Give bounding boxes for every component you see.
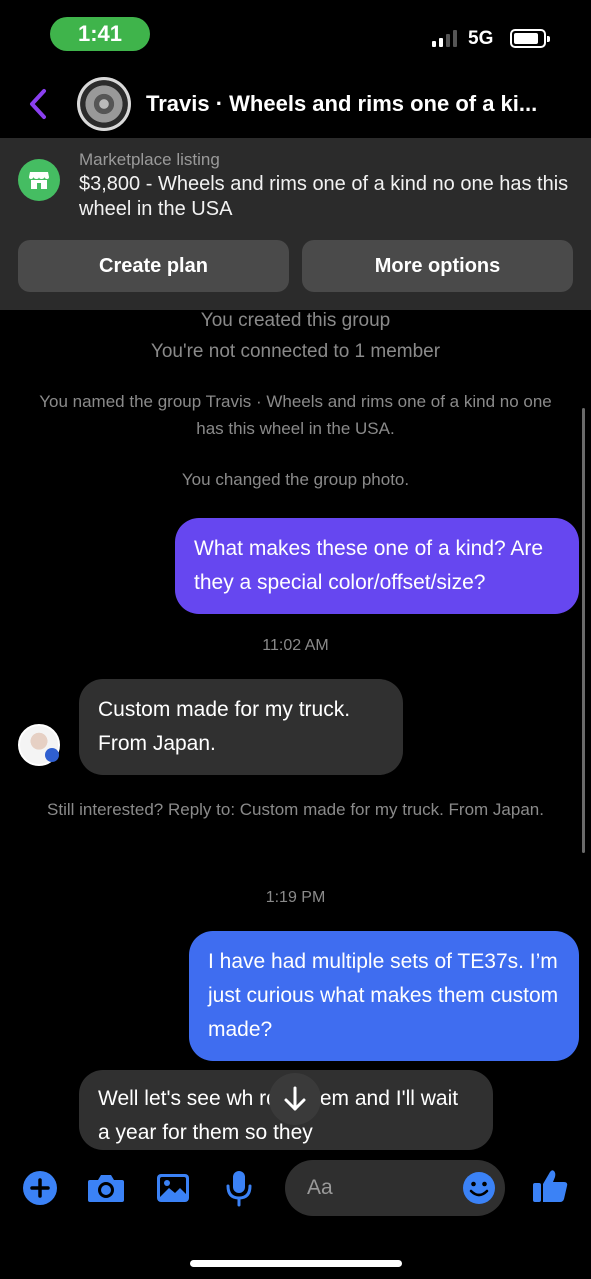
camera-icon[interactable] (86, 1168, 126, 1208)
chat-title[interactable]: Travis · Wheels and rims one of a ki... (146, 91, 566, 117)
system-message-not-connected: You're not connected to 1 member (150, 341, 441, 362)
more-options-button[interactable]: More options (302, 240, 573, 292)
system-message-created: You created this group (200, 310, 391, 331)
back-chevron-icon[interactable] (24, 86, 54, 122)
battery-icon (510, 29, 550, 48)
scroll-to-bottom-button[interactable] (269, 1073, 321, 1125)
listing-title[interactable]: $3,800 - Wheels and rims one of a kind n… (79, 172, 569, 222)
system-message-named-group: You named the group Travis · Wheels and … (39, 392, 552, 438)
plus-icon[interactable] (20, 1168, 60, 1208)
status-bar: 1:41 5G (0, 0, 591, 70)
emoji-icon[interactable] (462, 1171, 496, 1205)
group-avatar[interactable] (77, 77, 131, 131)
message-input-container[interactable] (285, 1160, 505, 1216)
status-time: 1:41 (50, 17, 150, 51)
signal-bars-icon (432, 29, 457, 47)
sender-avatar[interactable] (18, 724, 60, 766)
message-incoming[interactable]: Custom made for my truck. From Japan. (79, 679, 403, 775)
message-input[interactable] (307, 1174, 457, 1202)
message-outgoing[interactable]: What makes these one of a kind? Are they… (175, 518, 579, 614)
system-message-still-interested: Still interested? Reply to: Custom made … (47, 800, 544, 819)
badge-icon (45, 748, 59, 762)
arrow-down-icon (284, 1086, 306, 1111)
photo-gallery-icon[interactable] (153, 1168, 193, 1208)
create-plan-button[interactable]: Create plan (18, 240, 289, 292)
marketplace-store-icon (18, 159, 60, 201)
microphone-icon[interactable] (219, 1168, 259, 1208)
listing-kicker: Marketplace listing (79, 150, 220, 169)
marketplace-listing-panel: Marketplace listing $3,800 - Wheels and … (0, 138, 591, 310)
chat-header: Travis · Wheels and rims one of a ki... (0, 70, 591, 138)
home-indicator[interactable] (190, 1260, 402, 1267)
message-timestamp: 1:19 PM (265, 889, 326, 906)
system-message-changed-photo: You changed the group photo. (181, 470, 410, 489)
message-outgoing[interactable]: I have had multiple sets of TE37s. I’m j… (189, 931, 579, 1061)
thumbs-up-icon[interactable] (530, 1166, 570, 1206)
network-type: 5G (468, 28, 494, 49)
message-timestamp: 11:02 AM (262, 637, 329, 654)
